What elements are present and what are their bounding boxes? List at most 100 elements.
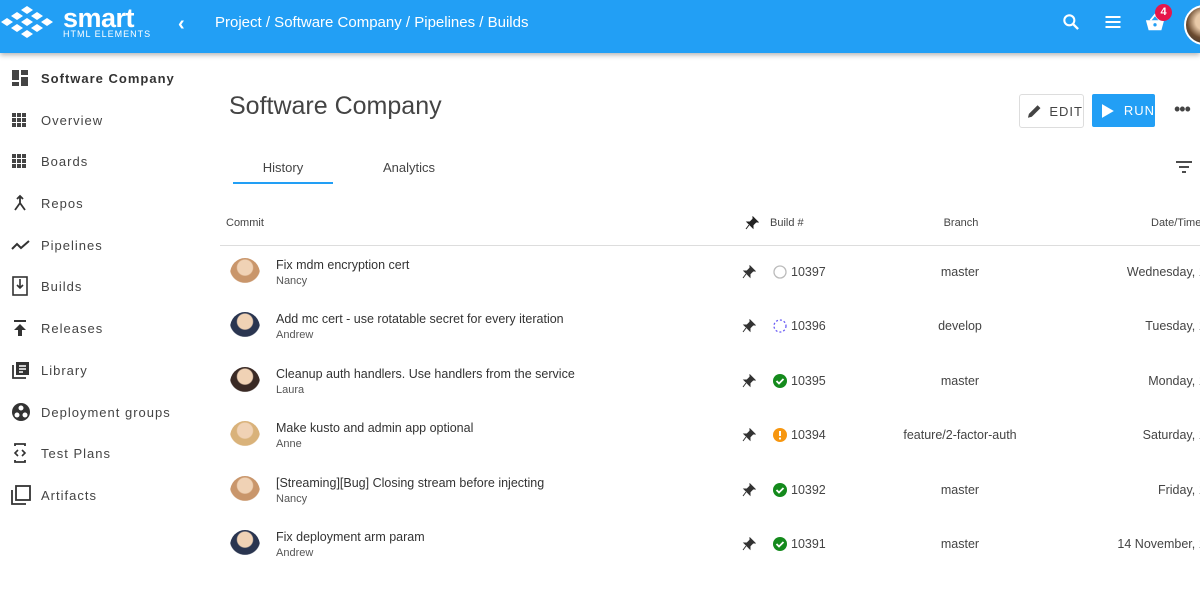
pin-icon[interactable] bbox=[742, 373, 756, 388]
column-header-build[interactable]: Build # bbox=[770, 217, 804, 229]
sidebar-item-repos[interactable]: Repos bbox=[0, 188, 210, 218]
commit-author: Nancy bbox=[276, 492, 308, 505]
user-avatar[interactable] bbox=[1184, 5, 1200, 45]
build-date: Monday, 18:43 bbox=[1148, 373, 1200, 388]
sidebar-item-overview[interactable]: Overview bbox=[0, 105, 210, 135]
sidebar-item-software-company[interactable]: Software Company bbox=[0, 63, 210, 93]
build-number[interactable]: 10397 bbox=[791, 265, 826, 279]
sidebar-item-boards[interactable]: Boards bbox=[0, 146, 210, 176]
dashboard-icon bbox=[12, 70, 28, 86]
more-options-icon[interactable]: ••• bbox=[1174, 99, 1191, 120]
build-number[interactable]: 10394 bbox=[791, 428, 826, 442]
sidebar: Software Company Overview Boards Repos P… bbox=[0, 53, 210, 556]
author-avatar bbox=[230, 530, 260, 562]
running-status-icon bbox=[773, 319, 787, 334]
build-number[interactable]: 10395 bbox=[791, 374, 826, 388]
play-icon bbox=[1102, 103, 1114, 118]
edit-label: EDIT bbox=[1049, 103, 1083, 119]
line-chart-icon bbox=[11, 240, 30, 250]
success-status-icon bbox=[773, 537, 787, 551]
commit-title[interactable]: Add mc cert - use rotatable secret for e… bbox=[276, 312, 564, 326]
tab-history[interactable]: History bbox=[233, 160, 333, 175]
commit-title[interactable]: [Streaming][Bug] Closing stream before i… bbox=[276, 476, 544, 490]
logo-subtext: HTML ELEMENTS bbox=[63, 29, 152, 39]
edit-button[interactable]: EDIT bbox=[1019, 94, 1084, 128]
branch-name: master bbox=[940, 265, 980, 279]
copy-icon bbox=[11, 485, 31, 505]
sidebar-item-deployment-groups[interactable]: Deployment groups bbox=[0, 397, 210, 427]
logo-icon bbox=[1, 6, 53, 38]
filter-icon[interactable] bbox=[1175, 160, 1193, 174]
commit-title[interactable]: Cleanup auth handlers. Use handlers from… bbox=[276, 367, 575, 381]
sidebar-item-label: Builds bbox=[41, 278, 83, 294]
sidebar-item-pipelines[interactable]: Pipelines bbox=[0, 230, 210, 260]
table-row[interactable]: Fix deployment arm param Andrew 10391 ma… bbox=[220, 530, 1200, 598]
pin-icon[interactable] bbox=[742, 482, 756, 497]
sidebar-item-label: Repos bbox=[41, 195, 84, 211]
sidebar-item-library[interactable]: Library bbox=[0, 355, 210, 385]
search-icon[interactable] bbox=[1061, 12, 1081, 32]
pencil-icon bbox=[1027, 105, 1041, 118]
sidebar-item-label: Test Plans bbox=[41, 445, 111, 461]
pin-icon[interactable] bbox=[742, 428, 756, 442]
author-avatar bbox=[230, 421, 260, 454]
menu-icon[interactable] bbox=[1103, 12, 1123, 32]
success-status-icon bbox=[773, 482, 787, 497]
warning-status-icon bbox=[773, 428, 787, 443]
logo[interactable]: smart HTML ELEMENTS bbox=[0, 4, 151, 40]
queued-status-icon bbox=[773, 265, 787, 279]
pin-icon[interactable] bbox=[742, 319, 756, 333]
app-header: smart HTML ELEMENTS ‹ Project / Software … bbox=[0, 0, 1200, 53]
tab-analytics[interactable]: Analytics bbox=[359, 160, 459, 175]
group-icon bbox=[12, 403, 30, 421]
code-device-icon bbox=[13, 443, 27, 463]
author-avatar bbox=[230, 312, 260, 345]
publish-icon bbox=[14, 320, 26, 336]
commit-author: Andrew bbox=[276, 547, 314, 559]
grid-icon bbox=[12, 154, 26, 168]
sidebar-item-releases[interactable]: Releases bbox=[0, 313, 210, 343]
sidebar-item-artifacts[interactable]: Artifacts bbox=[0, 480, 210, 510]
column-header-commit[interactable]: Commit bbox=[226, 217, 264, 229]
build-date: Saturday, 18:45 bbox=[1142, 428, 1200, 443]
branch-name: feature/2-factor-auth bbox=[903, 428, 1017, 443]
sidebar-item-test-plans[interactable]: Test Plans bbox=[0, 438, 210, 468]
pin-icon[interactable] bbox=[745, 216, 759, 230]
breadcrumb[interactable]: Project / Software Company / Pipelines /… bbox=[215, 14, 528, 31]
build-date: Tuesday, 17:33 bbox=[1145, 319, 1200, 334]
active-tab-indicator bbox=[233, 182, 333, 184]
logo-text: smart bbox=[63, 3, 135, 33]
sidebar-item-builds[interactable]: Builds bbox=[0, 271, 210, 301]
sidebar-item-label: Library bbox=[41, 362, 88, 378]
branch-name: master bbox=[940, 482, 980, 497]
collapse-chevron-left-icon[interactable]: ‹ bbox=[178, 13, 185, 36]
sidebar-item-label: Artifacts bbox=[41, 487, 97, 503]
sidebar-item-label: Boards bbox=[41, 153, 89, 169]
success-status-icon bbox=[773, 373, 787, 388]
branch-name: master bbox=[940, 537, 980, 551]
build-date: 14 November, 18:36 bbox=[1117, 537, 1200, 551]
build-number[interactable]: 10391 bbox=[791, 537, 826, 551]
cart-badge: 4 bbox=[1155, 4, 1172, 21]
build-date: Wednesday, 17:33 bbox=[1126, 265, 1200, 279]
build-number[interactable]: 10396 bbox=[791, 319, 826, 333]
pin-icon[interactable] bbox=[742, 537, 756, 551]
run-button[interactable]: RUN bbox=[1092, 94, 1155, 127]
branch-name: develop bbox=[938, 319, 982, 334]
grid-icon bbox=[12, 113, 26, 127]
sidebar-item-label: Releases bbox=[41, 320, 104, 336]
commit-author: Anne bbox=[276, 438, 302, 451]
merge-icon bbox=[14, 194, 26, 211]
author-avatar bbox=[230, 475, 260, 508]
commit-author: Andrew bbox=[276, 329, 314, 342]
sidebar-item-label: Overview bbox=[41, 112, 104, 128]
sidebar-item-label: Software Company bbox=[41, 70, 175, 86]
column-header-date[interactable]: Date/Time bbox=[1151, 217, 1200, 229]
column-header-branch[interactable]: Branch bbox=[861, 217, 1061, 229]
pin-icon[interactable] bbox=[742, 265, 756, 279]
author-avatar bbox=[230, 258, 260, 290]
commit-title[interactable]: Fix deployment arm param bbox=[276, 530, 425, 544]
build-number[interactable]: 10392 bbox=[791, 483, 826, 497]
commit-title[interactable]: Fix mdm encryption cert bbox=[276, 258, 409, 272]
commit-title[interactable]: Make kusto and admin app optional bbox=[276, 421, 473, 435]
